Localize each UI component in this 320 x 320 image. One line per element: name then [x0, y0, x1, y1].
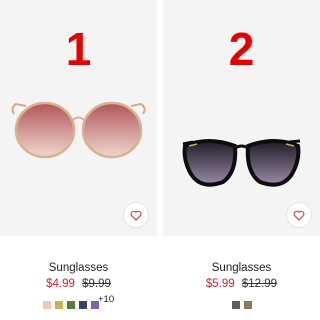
- product-card-1[interactable]: 1 Sunglasses $4.99 $9.99 +10: [0, 0, 157, 320]
- color-swatches-2: [163, 301, 320, 309]
- favorite-button-1[interactable]: [123, 202, 149, 228]
- favorite-button-2[interactable]: [286, 202, 312, 228]
- product-name-1[interactable]: Sunglasses: [0, 262, 157, 274]
- price-row-1: $4.99 $9.99: [0, 278, 157, 290]
- color-swatches-1: [0, 301, 149, 309]
- sale-price-1: $4.99: [46, 278, 75, 290]
- original-price-1: $9.99: [82, 278, 111, 290]
- heart-icon: [130, 210, 142, 221]
- rank-label-1: 1: [65, 23, 92, 75]
- color-swatch[interactable]: [78, 301, 87, 309]
- cat-eye-sunglasses-image: [182, 139, 301, 187]
- color-swatch[interactable]: [54, 301, 63, 309]
- product-image-2[interactable]: 2: [163, 0, 320, 236]
- price-row-2: $5.99 $12.99: [163, 278, 320, 290]
- heart-icon: [293, 210, 305, 221]
- color-swatch[interactable]: [231, 301, 240, 309]
- rank-label-2: 2: [228, 23, 255, 75]
- color-swatch[interactable]: [66, 301, 75, 309]
- product-name-2[interactable]: Sunglasses: [163, 262, 320, 274]
- color-swatch[interactable]: [243, 301, 252, 309]
- round-sunglasses-image: [11, 101, 146, 159]
- original-price-2: $12.99: [241, 278, 278, 290]
- product-card-2[interactable]: 2 Sunglasses $5.99 $12.99: [163, 0, 320, 320]
- color-swatch[interactable]: [42, 301, 51, 309]
- sale-price-2: $5.99: [205, 278, 235, 290]
- more-colors-count[interactable]: +10: [98, 294, 114, 305]
- product-image-1[interactable]: 1: [0, 0, 157, 236]
